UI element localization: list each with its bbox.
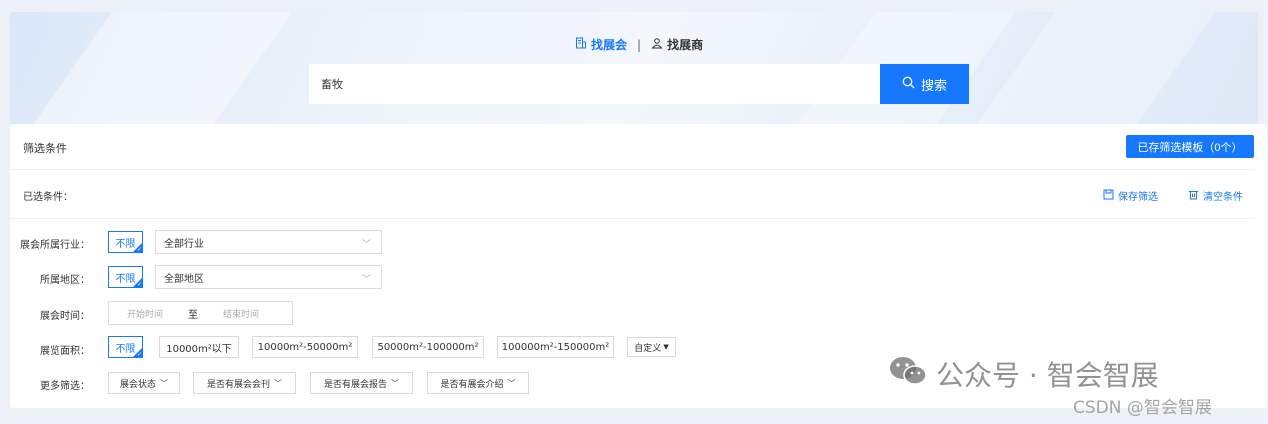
- hero-decoration: [13, 12, 307, 130]
- clear-conditions-label: 清空条件: [1203, 192, 1243, 203]
- divider: [10, 218, 1255, 219]
- dropdown-label: 是否有展会报告: [323, 379, 387, 390]
- more-filters-label: 更多筛选：: [40, 381, 90, 392]
- check-icon: ✓: [136, 281, 142, 288]
- end-date-input[interactable]: 结束时间: [205, 307, 277, 320]
- search-type-tabs: 找展会 | 找展商: [575, 36, 703, 53]
- industry-select-value: 全部行业: [164, 238, 204, 250]
- search-button[interactable]: 搜索: [880, 64, 969, 104]
- region-select[interactable]: 全部地区 ﹀: [155, 265, 382, 289]
- search-button-label: 搜索: [920, 77, 947, 93]
- chevron-down-icon: ﹀: [160, 378, 168, 388]
- region-select-value: 全部地区: [164, 273, 204, 285]
- selected-conditions-label: 已选条件：: [23, 192, 73, 203]
- check-icon: ✓: [136, 351, 142, 358]
- report-dropdown[interactable]: 是否有展会报告 ﹀: [310, 372, 413, 394]
- wechat-watermark: 公众号 · 智会智展: [888, 354, 1159, 394]
- introduction-dropdown[interactable]: 是否有展会介绍 ﹀: [427, 372, 529, 394]
- region-filter-label: 所属地区：: [40, 275, 90, 286]
- chevron-down-icon: ﹀: [361, 275, 371, 285]
- caret-down-icon: ▼: [663, 343, 669, 351]
- save-icon: [1103, 189, 1114, 203]
- save-filter-button[interactable]: 保存筛选: [1103, 188, 1158, 203]
- area-option-chip[interactable]: 10000m²以下: [159, 336, 239, 358]
- exhibition-status-dropdown[interactable]: 展会状态 ﹀: [108, 372, 180, 394]
- date-range-separator: 至: [188, 309, 198, 321]
- region-unlimited-button[interactable]: 不限 ✓: [108, 266, 143, 288]
- area-unlimited-button[interactable]: 不限 ✓: [108, 336, 143, 358]
- chevron-down-icon: ﹀: [361, 240, 371, 250]
- start-date-input[interactable]: 开始时间: [109, 307, 181, 320]
- search-input[interactable]: [309, 64, 880, 104]
- tab-label: 找展会: [591, 38, 628, 52]
- tab-separator: |: [637, 37, 642, 52]
- user-icon: [651, 37, 663, 52]
- time-filter-label: 展会时间：: [40, 311, 90, 322]
- catalog-dropdown[interactable]: 是否有展会会刊 ﹀: [193, 372, 296, 394]
- dropdown-label: 是否有展会会刊: [206, 379, 270, 390]
- dropdown-label: 展会状态: [119, 379, 156, 390]
- search-icon: [902, 76, 915, 92]
- building-icon: [575, 37, 587, 52]
- search-bar: 搜索: [309, 64, 969, 104]
- dropdown-label: 是否有展会介绍: [440, 379, 504, 390]
- filter-header: [10, 124, 1255, 170]
- saved-templates-button[interactable]: 已存筛选模板（0个）: [1126, 135, 1254, 158]
- date-range-picker[interactable]: 开始时间 至 结束时间: [108, 301, 293, 325]
- save-filter-label: 保存筛选: [1118, 192, 1158, 203]
- area-option-chip[interactable]: 10000m²-50000m²: [252, 336, 358, 358]
- custom-area-label: 自定义: [634, 343, 662, 354]
- filter-title: 筛选条件: [23, 142, 67, 155]
- industry-filter-label: 展会所属行业：: [20, 240, 90, 251]
- watermark-text: 公众号 · 智会智展: [936, 359, 1159, 392]
- custom-area-dropdown[interactable]: 自定义 ▼: [627, 337, 676, 357]
- area-option-chip[interactable]: 50000m²-100000m²: [372, 336, 484, 358]
- trash-icon: [1188, 189, 1199, 203]
- chevron-down-icon: ﹀: [391, 378, 399, 388]
- clear-conditions-button[interactable]: 清空条件: [1188, 188, 1243, 203]
- area-option-chip[interactable]: 100000m²-150000m²: [497, 336, 614, 358]
- wechat-icon: [888, 355, 928, 394]
- check-icon: ✓: [136, 246, 142, 253]
- chevron-down-icon: ﹀: [274, 378, 282, 388]
- csdn-watermark: CSDN @智会智展: [1073, 398, 1212, 418]
- area-filter-label: 展览面积：: [40, 346, 90, 357]
- tab-label: 找展商: [667, 38, 704, 52]
- industry-unlimited-button[interactable]: 不限 ✓: [108, 231, 143, 253]
- industry-select[interactable]: 全部行业 ﹀: [155, 230, 382, 254]
- tab-find-exhibitions[interactable]: 找展会: [575, 36, 627, 53]
- chevron-down-icon: ﹀: [507, 378, 516, 388]
- tab-find-exhibitors[interactable]: 找展商: [651, 36, 703, 53]
